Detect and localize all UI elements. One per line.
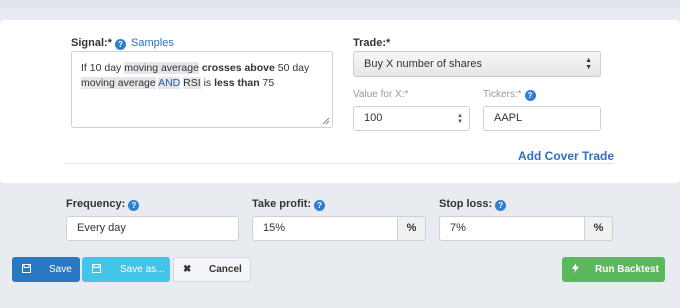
take-profit-value: 15% [263,222,286,234]
lightning-bolt-icon [572,257,579,282]
cancel-label: Cancel [209,264,242,275]
select-arrows-icon: ▲ ▼ [585,57,592,71]
trade-select[interactable]: Buy X number of shares ▲ ▼ [353,51,601,77]
stop-loss-label: Stop loss: [439,198,493,210]
value-for-x-value: 100 [364,112,383,124]
tickers-input[interactable]: AAPL [483,106,601,131]
save-as-button[interactable]: Save as... [82,257,170,282]
stepper-icon[interactable]: ▲ ▼ [457,113,463,125]
divider [64,163,614,164]
tickers-value: AAPL [494,112,523,124]
signal-label: Signal: [71,37,108,49]
signal-text: If 10 day moving average crosses above 5… [81,62,310,89]
take-profit-label: Take profit: [252,198,312,210]
top-strip [0,0,680,8]
value-for-x-label: Value for X:* [353,89,409,100]
close-icon: ✖ [183,264,192,275]
signal-label-row: Signal:*? Samples [71,37,174,50]
save-as-label: Save as... [120,264,165,275]
tickers-label-row: Tickers:*? [483,89,536,101]
frequency-label: Frequency: [66,198,126,210]
required-mark: * [386,37,391,49]
take-profit-unit: % [398,216,426,241]
stop-loss-value: 7% [450,222,466,234]
frequency-label-row: Frequency:? [66,198,140,211]
help-icon[interactable]: ? [128,200,140,211]
floppy-disk-icon [92,257,101,282]
take-profit-input[interactable]: 15% [252,216,398,241]
stop-loss-input[interactable]: 7% [439,216,585,241]
tickers-label: Tickers:* [483,89,522,100]
save-label: Save [49,264,72,275]
trade-select-value: Buy X number of shares [364,58,483,70]
add-cover-trade-link[interactable]: Add Cover Trade [518,149,614,163]
cancel-button[interactable]: ✖ Cancel [173,257,251,282]
floppy-disk-icon [22,257,31,282]
frequency-input[interactable]: Every day [66,216,239,241]
run-backtest-label: Run Backtest [595,264,659,275]
resize-grip-icon[interactable] [322,117,330,125]
samples-link[interactable]: Samples [131,37,174,49]
required-mark: * [107,37,112,49]
signal-textarea[interactable]: If 10 day moving average crosses above 5… [71,51,333,128]
run-backtest-button[interactable]: Run Backtest [562,257,665,282]
help-icon[interactable]: ? [524,90,536,101]
value-for-x-input[interactable]: 100 ▲ ▼ [353,106,470,131]
frequency-value: Every day [77,222,126,234]
stop-loss-label-row: Stop loss:? [439,198,507,211]
trade-label: Trade: [353,37,387,49]
save-button[interactable]: Save [12,257,80,282]
help-icon[interactable]: ? [114,39,126,50]
help-icon[interactable]: ? [495,200,507,211]
stop-loss-unit: % [585,216,613,241]
help-icon[interactable]: ? [314,200,326,211]
take-profit-label-row: Take profit:? [252,198,326,211]
trade-label-row: Trade:* [353,37,390,49]
